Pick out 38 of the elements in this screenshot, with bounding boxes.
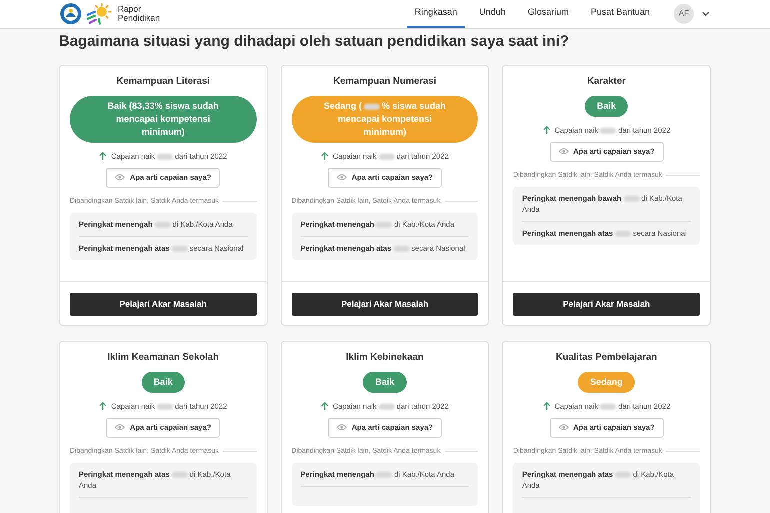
arrow-up-icon (321, 402, 330, 412)
status-pill: Baik (363, 372, 406, 393)
card-title: Karakter (587, 76, 626, 88)
status-pill: Sedang (578, 372, 635, 393)
card-title: Iklim Keamanan Sekolah (108, 352, 220, 364)
arrow-up-icon (542, 126, 551, 136)
page-heading: Bagaimana situasi yang dihadapi oleh satuan pendidikan saya saat ini? (59, 33, 570, 51)
arrow-up-icon (542, 402, 551, 412)
eye-icon (115, 424, 126, 432)
nav-tab[interactable]: Unduh (471, 0, 514, 28)
emblem-icon (60, 3, 82, 25)
nav-tab[interactable]: Pusat Bantuan (582, 0, 658, 28)
logo-text: Pendidikan (118, 14, 160, 23)
status-pill: Baik (585, 96, 628, 117)
status-pill: Baik (142, 372, 185, 393)
card-title: Kualitas Pembelajaran (556, 352, 658, 364)
card-title: Kemampuan Numerasi (334, 76, 436, 88)
arrow-up-icon (99, 402, 108, 412)
eye-icon (558, 148, 569, 156)
logo-text: Rapor (118, 5, 142, 14)
nav-tab[interactable]: Ringkasan (406, 0, 466, 28)
eye-icon (115, 174, 126, 182)
action-button[interactable]: Pelajari Akar Masalah (513, 293, 700, 316)
arrow-up-icon (321, 152, 330, 162)
eye-icon (336, 424, 347, 432)
card-title: Kemampuan Literasi (116, 76, 210, 88)
user-avatar[interactable]: AF (674, 4, 694, 24)
card-title: Iklim Kebinekaan (346, 352, 424, 364)
sun-logo-icon (86, 3, 112, 25)
nav-tab[interactable]: Glosarium (520, 0, 577, 28)
eye-icon (558, 424, 569, 432)
status-pill: Sedang ( % siswa sudah mencapai kompetensi minimum) (292, 96, 478, 143)
action-button[interactable]: Pelajari Akar Masalah (70, 293, 257, 316)
eye-icon (336, 174, 347, 182)
arrow-up-icon (99, 152, 108, 162)
chevron-down-icon[interactable] (702, 11, 710, 17)
action-button[interactable]: Pelajari Akar Masalah (292, 293, 478, 316)
status-pill: Baik (83,33% siswa sudah mencapai kompetensi minimum) (70, 96, 257, 143)
